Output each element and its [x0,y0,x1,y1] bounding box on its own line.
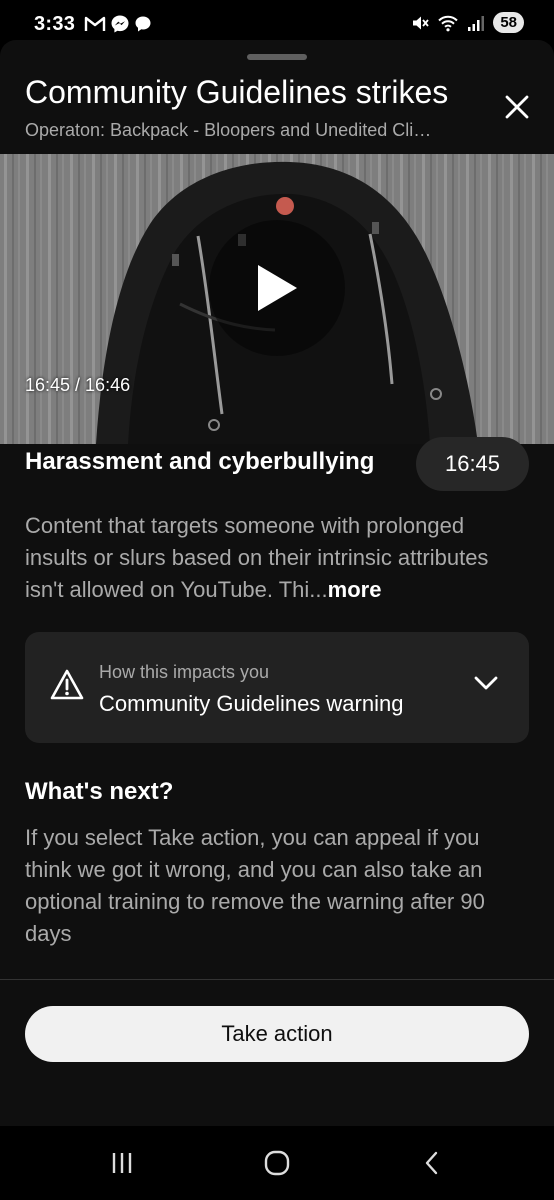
impact-card[interactable]: How this impacts you Community Guideline… [25,632,529,743]
system-icons: 58 [411,12,524,33]
drag-handle[interactable] [247,54,307,60]
close-button[interactable] [496,86,538,128]
home-icon [264,1150,290,1176]
strikes-sheet: Community Guidelines strikes Operaton: B… [0,40,554,1126]
mute-icon [413,16,430,29]
gmail-icon [84,16,106,31]
whats-next-description: If you select Take action, you can appea… [25,825,485,946]
close-icon [505,95,529,119]
chevron-down-icon[interactable] [473,674,499,692]
policy-description-text: Content that targets someone with prolon… [25,513,489,602]
status-time: 3:33 [34,13,76,35]
whats-next-heading: What's next? [25,778,174,805]
signal-icon [468,15,485,31]
messenger-icon [111,15,129,33]
more-link[interactable]: more [328,577,382,602]
back-button[interactable] [412,1148,452,1178]
impact-label: How this impacts you [99,662,270,682]
warning-icon [50,669,84,700]
sheet-title: Community Guidelines strikes [25,74,449,110]
take-action-button[interactable]: Take action [25,1006,529,1062]
play-icon [258,265,297,311]
recent-apps-button[interactable] [102,1148,142,1178]
play-button[interactable] [209,220,345,356]
notification-icons [84,14,152,34]
video-title: Operaton: Backpack - Bloopers and Unedit… [25,120,432,140]
back-icon [425,1151,438,1175]
policy-title: Harassment and cyberbullying [25,448,375,475]
impact-value: Community Guidelines warning [99,691,404,716]
video-time: 16:45 / 16:46 [25,375,131,395]
recent-apps-icon [112,1153,132,1173]
timestamp-chip[interactable]: 16:45 [416,437,529,491]
policy-description: Content that targets someone with prolon… [25,510,530,606]
home-button[interactable] [257,1148,297,1178]
battery-icon: 58 [493,12,524,33]
video-player[interactable]: 16:45 / 16:46 [0,154,554,444]
wifi-icon [438,15,459,31]
system-nav-bar [0,1126,554,1200]
chat-icon [135,16,151,32]
divider [0,979,554,980]
